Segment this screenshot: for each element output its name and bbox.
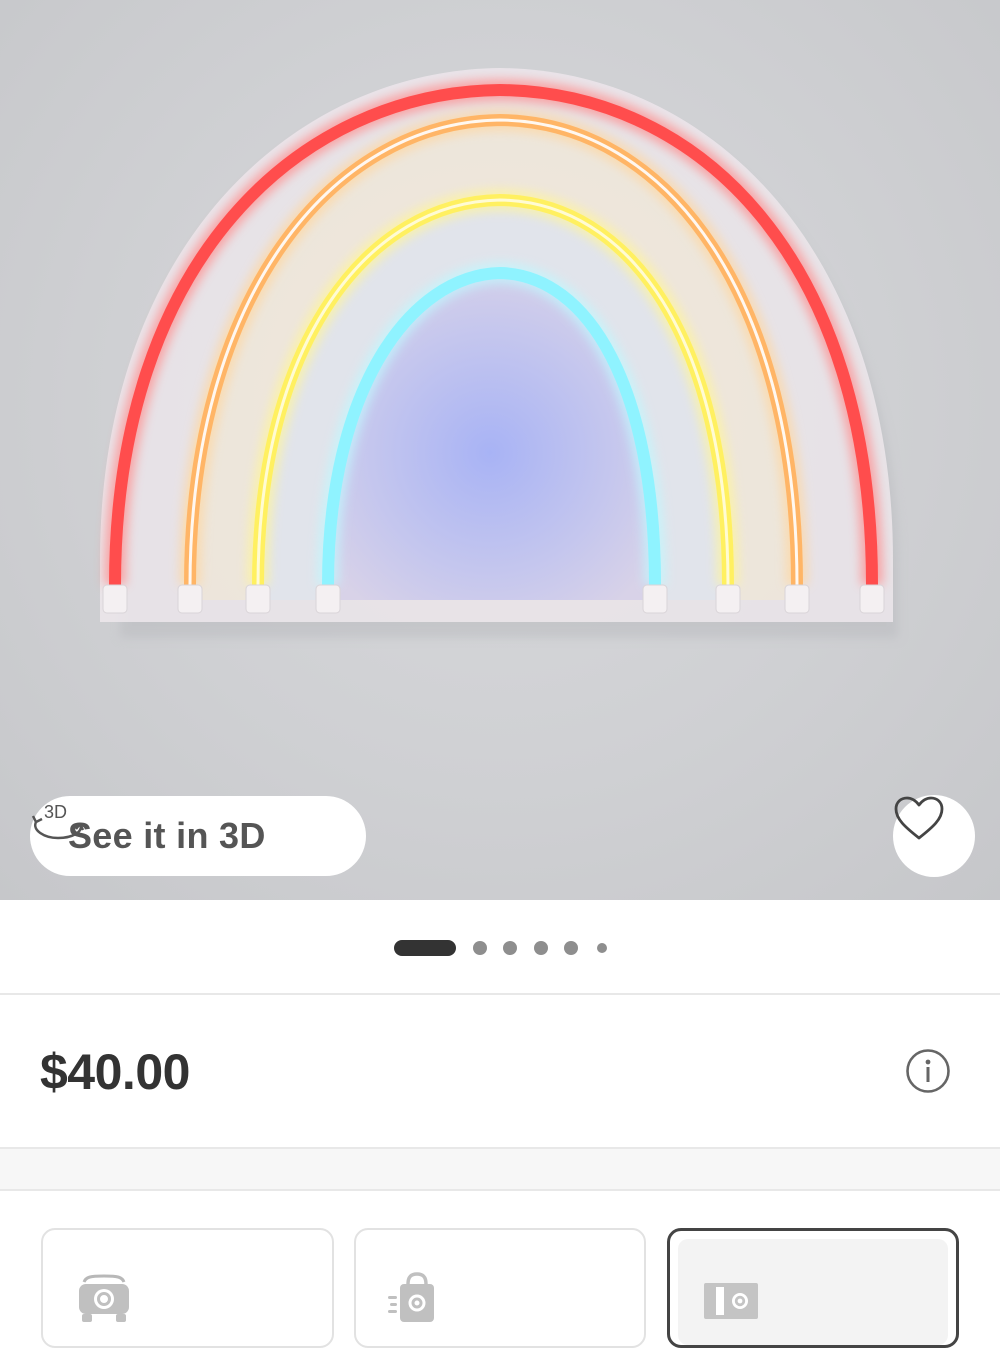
svg-text:3D: 3D bbox=[44, 802, 67, 822]
carousel-indicator[interactable] bbox=[0, 940, 1000, 956]
carousel-dot[interactable] bbox=[597, 943, 607, 953]
carousel-dot[interactable] bbox=[503, 941, 517, 955]
fulfillment-option-shipping[interactable] bbox=[667, 1228, 959, 1348]
shipping-truck-icon bbox=[704, 1283, 758, 1319]
rainbow-neon-light-image bbox=[100, 68, 898, 638]
favorite-button[interactable] bbox=[893, 795, 975, 877]
drive-up-car-icon bbox=[79, 1274, 129, 1322]
product-image-hero[interactable]: 3D See it in 3D bbox=[0, 0, 1000, 900]
carousel-dot[interactable] bbox=[534, 941, 548, 955]
info-icon[interactable] bbox=[905, 1048, 951, 1094]
fulfillment-option-drive-up[interactable] bbox=[41, 1228, 334, 1348]
section-divider-band bbox=[0, 1147, 1000, 1191]
heart-icon bbox=[894, 796, 944, 840]
see-it-in-3d-label: See it in 3D bbox=[68, 815, 266, 856]
carousel-dot-active[interactable] bbox=[394, 940, 456, 956]
see-it-in-3d-button[interactable]: 3D See it in 3D bbox=[30, 796, 366, 876]
product-price: $40.00 bbox=[40, 1044, 190, 1100]
fulfillment-option-order-pickup[interactable] bbox=[354, 1228, 646, 1348]
carousel-dot[interactable] bbox=[564, 941, 578, 955]
carousel-dot[interactable] bbox=[473, 941, 487, 955]
divider bbox=[0, 993, 1000, 995]
3d-rotate-icon: 3D bbox=[31, 802, 85, 840]
order-pickup-bag-icon bbox=[388, 1272, 434, 1322]
